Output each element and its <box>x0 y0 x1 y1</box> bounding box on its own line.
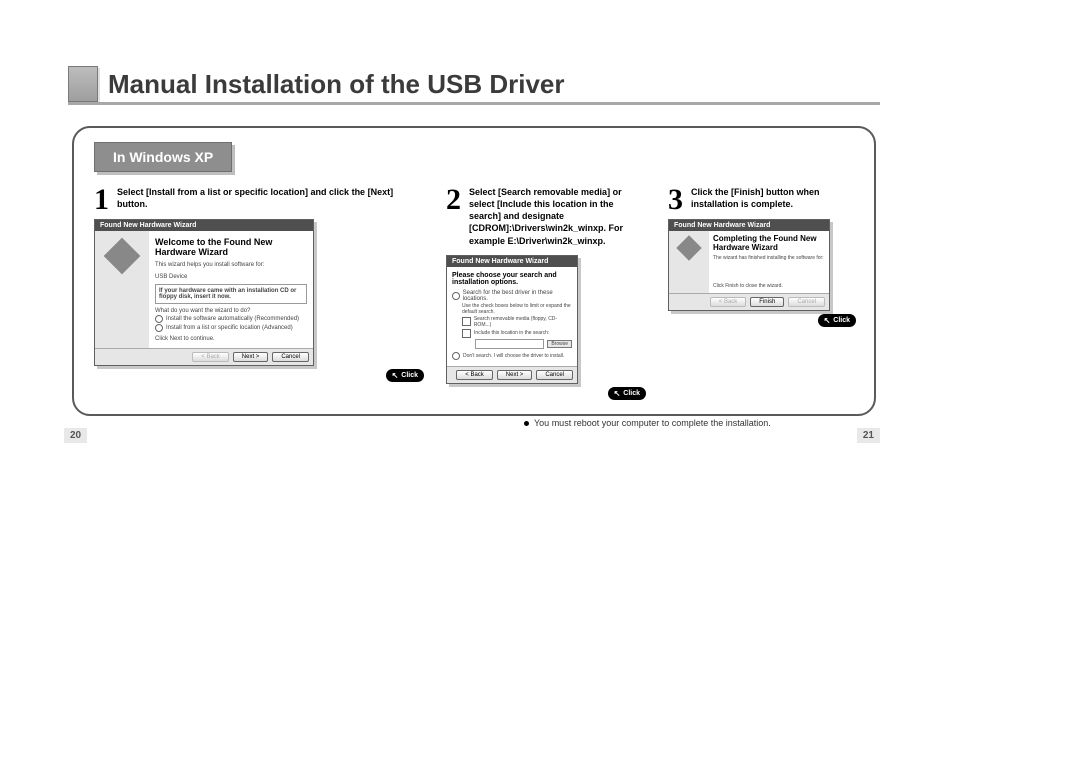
back-button[interactable]: < Back <box>456 370 493 380</box>
step-3-number: 3 <box>668 186 683 213</box>
footer-rule <box>64 441 882 443</box>
wizard-2-chk2: Include this location in the search: <box>474 330 549 336</box>
wizard-1-device: USB Device <box>155 274 307 280</box>
wizard-3-sub: The wizard has finished installing the s… <box>713 255 825 261</box>
page-title: Manual Installation of the USB Driver <box>108 69 565 100</box>
radio-icon[interactable] <box>155 315 163 323</box>
cancel-button[interactable]: Cancel <box>272 352 309 362</box>
cursor-icon: ↖ <box>824 316 831 325</box>
wizard-1-opt1: Install the software automatically (Reco… <box>166 316 299 322</box>
radio-icon[interactable] <box>155 324 163 332</box>
radio-icon[interactable] <box>452 292 460 300</box>
step-2: 2 Select [Search removable media] or sel… <box>446 186 646 400</box>
title-underline <box>68 102 880 105</box>
bullet-icon <box>524 421 529 426</box>
wizard-2-opt-a: Search for the best driver in these loca… <box>463 290 572 302</box>
wizard-1-question: What do you want the wizard to do? <box>155 308 307 314</box>
footnote: You must reboot your computer to complet… <box>524 418 854 428</box>
wizard-3-hint: Click Finish to close the wizard. <box>713 283 825 289</box>
next-button[interactable]: Next > <box>233 352 269 362</box>
wizard-2-titlebar: Found New Hardware Wizard <box>447 256 577 267</box>
page-number-left: 20 <box>64 428 87 443</box>
browse-button[interactable]: Browse <box>547 340 572 348</box>
wizard-1-heading: Welcome to the Found New Hardware Wizard <box>155 237 307 258</box>
wizard-1-titlebar: Found New Hardware Wizard <box>95 220 313 231</box>
next-button[interactable]: Next > <box>497 370 533 380</box>
wizard-2-chk1: Search removable media (floppy, CD-ROM..… <box>474 316 572 328</box>
checkbox-icon[interactable] <box>462 329 471 338</box>
step-1-text: Select [Install from a list or specific … <box>117 186 424 213</box>
checkbox-icon[interactable] <box>462 317 471 326</box>
click-callout-3: ↖Click <box>818 314 856 327</box>
cancel-button[interactable]: Cancel <box>788 297 825 307</box>
page-number-right: 21 <box>857 428 880 443</box>
cursor-icon: ↖ <box>392 371 399 380</box>
wizard-3-graphic <box>669 231 709 293</box>
cancel-button[interactable]: Cancel <box>536 370 573 380</box>
wizard-1: Found New Hardware Wizard Welcome to the… <box>94 219 314 366</box>
step-1: 1 Select [Install from a list or specifi… <box>94 186 424 400</box>
step-2-number: 2 <box>446 186 461 247</box>
manual-page: Manual Installation of the USB Driver In… <box>0 0 1080 763</box>
wizard-2-sub-a: Use the check boxes below to limit or ex… <box>462 303 572 315</box>
wizard-2-opt-b: Don't search. I will choose the driver t… <box>463 353 564 359</box>
wizard-1-cdnote: If your hardware came with an installati… <box>159 288 303 300</box>
wizard-1-opt2: Install from a list or specific location… <box>166 325 293 331</box>
cursor-icon: ↖ <box>614 389 621 398</box>
wizard-2-heading: Please choose your search and installati… <box>452 272 572 286</box>
step-2-text: Select [Search removable media] or selec… <box>469 186 646 247</box>
click-callout-2: ↖Click <box>608 387 646 400</box>
wizard-1-hint: Click Next to continue. <box>155 336 307 342</box>
step-3-text: Click the [Finish] button when installat… <box>691 186 856 213</box>
wizard-2: Found New Hardware Wizard Please choose … <box>446 255 578 384</box>
step-3: 3 Click the [Finish] button when install… <box>668 186 856 400</box>
page-title-band: Manual Installation of the USB Driver <box>68 66 565 102</box>
finish-button[interactable]: Finish <box>750 297 784 307</box>
wizard-1-sub: This wizard helps you install software f… <box>155 262 307 268</box>
step-1-number: 1 <box>94 186 109 213</box>
back-button[interactable]: < Back <box>710 297 747 307</box>
back-button[interactable]: < Back <box>192 352 229 362</box>
section-badge: In Windows XP <box>94 142 232 172</box>
wizard-3-heading: Completing the Found New Hardware Wizard <box>713 235 825 253</box>
path-input[interactable] <box>475 339 544 349</box>
content-frame: In Windows XP 1 Select [Install from a l… <box>72 126 876 416</box>
title-ornament <box>68 66 98 102</box>
wizard-3-titlebar: Found New Hardware Wizard <box>669 220 829 231</box>
click-callout-1: ↖Click <box>386 369 424 382</box>
wizard-3: Found New Hardware Wizard Completing the… <box>668 219 830 311</box>
wizard-1-graphic <box>95 231 149 348</box>
radio-icon[interactable] <box>452 352 460 360</box>
